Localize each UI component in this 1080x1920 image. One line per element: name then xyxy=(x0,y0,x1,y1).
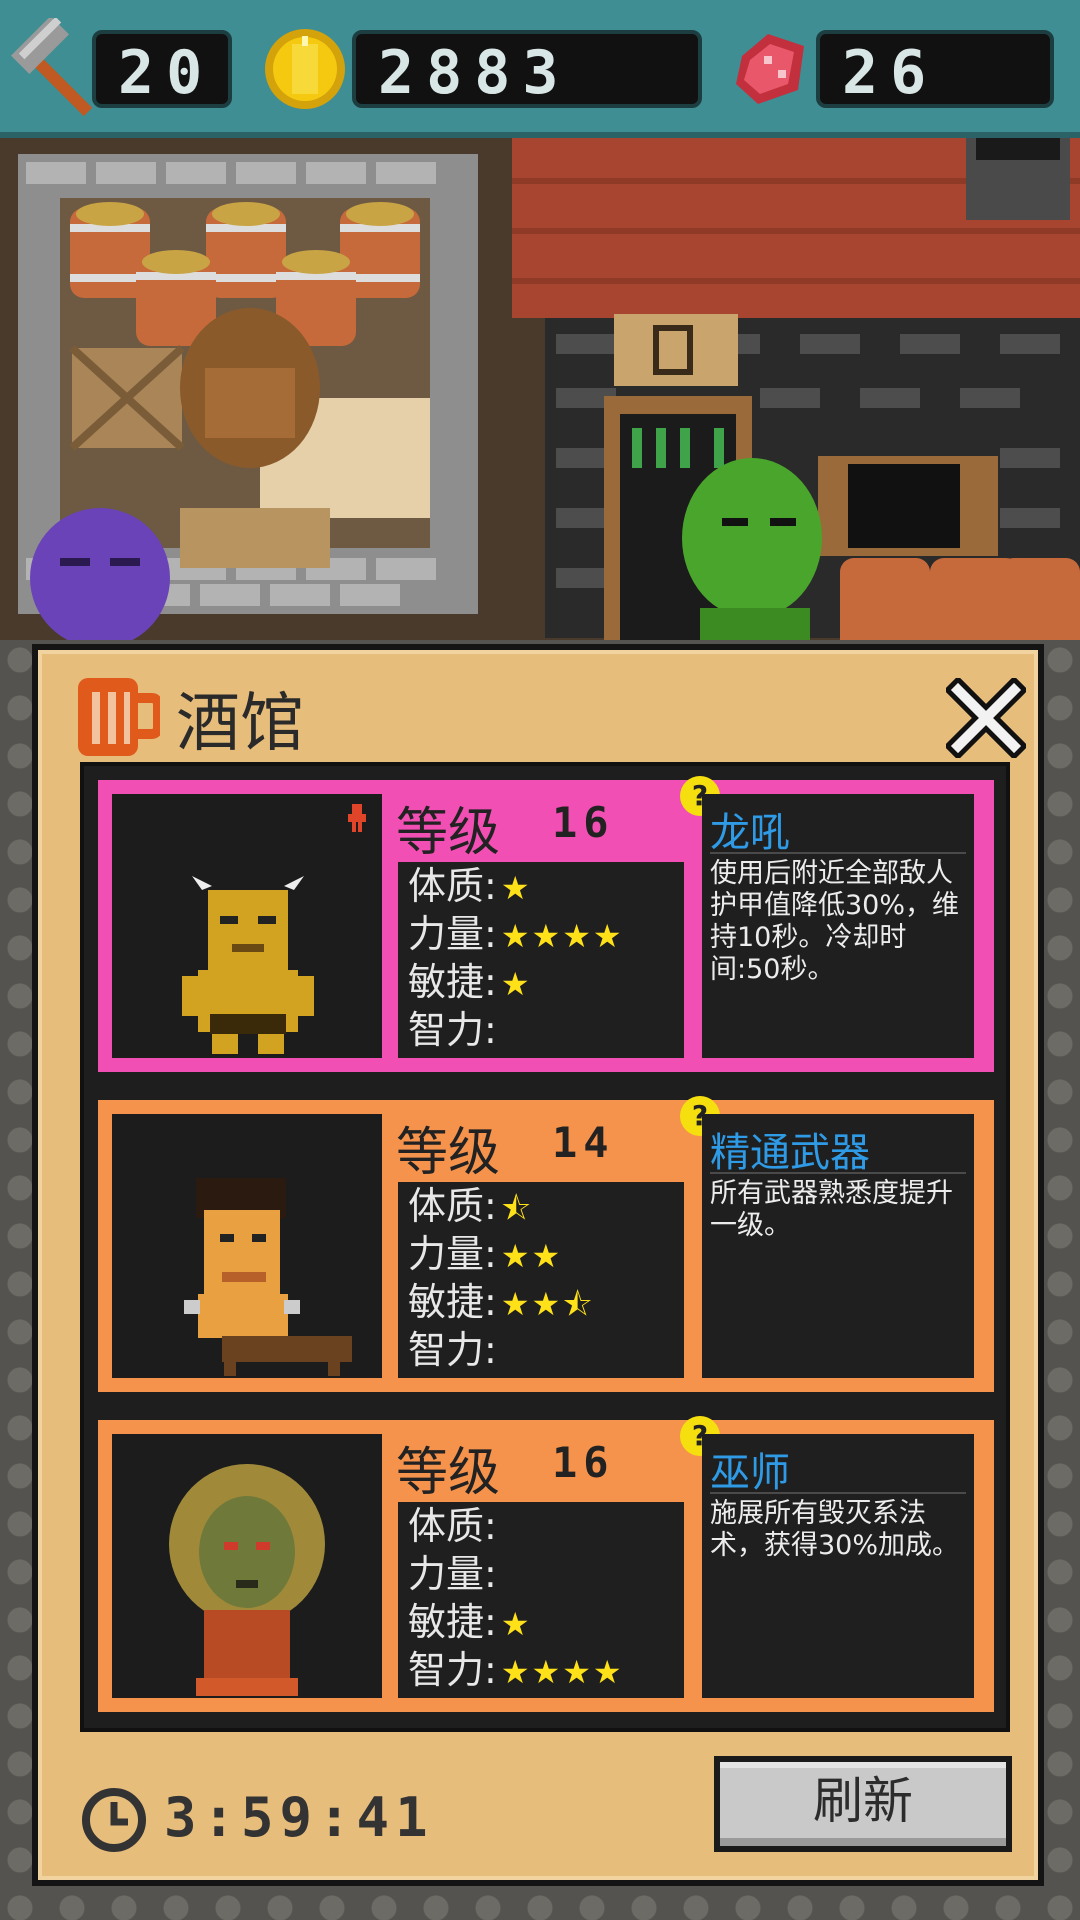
skill-box: 精通武器 所有武器熟悉度提升一级。 xyxy=(702,1114,974,1378)
divider xyxy=(710,852,966,854)
stat-label-strength: 力量: xyxy=(408,912,497,956)
hero-list: 等级 16 体质: ★ 力量: ★★★★ 敏捷: ★ 智力: ? 龙吼 使用后附近全部… xyxy=(80,762,1010,1732)
beer-mug-icon xyxy=(78,678,160,756)
hero-portrait xyxy=(112,794,382,1058)
constitution-stars: ★ xyxy=(500,869,532,907)
hero-portrait xyxy=(112,1434,382,1698)
refresh-button[interactable]: 刷新 xyxy=(714,1756,1012,1852)
stat-label-agility: 敏捷: xyxy=(408,1280,497,1324)
level-value: 16 xyxy=(552,1438,615,1487)
gold-count: 2883 xyxy=(352,30,702,108)
stats-box: 体质: ★ 力量: ★★★★ 敏捷: ★ 智力: xyxy=(398,862,684,1058)
stat-label-constitution: 体质: xyxy=(408,1184,497,1228)
level-value: 16 xyxy=(552,798,615,847)
clock-icon xyxy=(82,1788,146,1852)
hero-card-1[interactable]: 等级 16 体质: ★ 力量: ★★★★ 敏捷: ★ 智力: ? 龙吼 使用后附近全部… xyxy=(98,776,994,1072)
hero-portrait xyxy=(112,1114,382,1378)
tavern-panel: 酒馆 等级 16 体质: ★ 力量: ★★★★ 敏捷: ★ 智力: ? 龙吼 使… xyxy=(32,644,1044,1886)
gold-coin-icon xyxy=(265,29,345,109)
strength-stars: ★★ xyxy=(500,1237,563,1275)
strength-stars: ★★★★ xyxy=(500,917,624,955)
skill-description: 施展所有毁灭系法术，获得30%加成。 xyxy=(710,1498,960,1561)
hero-card-2[interactable]: 等级 14 体质: ⯪ 力量: ★★ 敏捷: ★★⯪ 智力: ? 精通武器 所有武器熟… xyxy=(98,1096,994,1392)
level-value: 14 xyxy=(552,1118,615,1167)
timer-value: 3:59:41 xyxy=(164,1786,434,1849)
agility-stars: ★ xyxy=(500,1605,532,1643)
skill-name: 巫师 xyxy=(710,1450,790,1496)
divider xyxy=(710,1172,966,1174)
intelligence-stars: ★★★★ xyxy=(500,1653,624,1691)
meat-count: 26 xyxy=(816,30,1054,108)
stat-label-strength: 力量: xyxy=(408,1552,497,1596)
stat-label-intelligence: 智力: xyxy=(408,1648,497,1692)
resource-bar: 20 2883 26 xyxy=(0,0,1080,138)
panel-title: 酒馆 xyxy=(176,687,304,761)
stat-label-strength: 力量: xyxy=(408,1232,497,1276)
stats-box: 体质: ⯪ 力量: ★★ 敏捷: ★★⯪ 智力: xyxy=(398,1182,684,1378)
skill-description: 所有武器熟悉度提升一级。 xyxy=(710,1178,953,1241)
constitution-stars: ⯪ xyxy=(500,1189,534,1227)
skill-name: 龙吼 xyxy=(710,810,790,856)
level-label: 等级 xyxy=(396,803,501,863)
skill-description: 使用后附近全部敌人护甲值降低30%，维持10秒。冷却时间:50秒。 xyxy=(710,858,960,985)
agility-stars: ★ xyxy=(500,965,532,1003)
meat-icon xyxy=(736,34,804,104)
divider xyxy=(710,1492,966,1494)
level-label: 等级 xyxy=(396,1123,501,1183)
skill-box: 龙吼 使用后附近全部敌人护甲值降低30%，维持10秒。冷却时间:50秒。 xyxy=(702,794,974,1058)
stat-label-intelligence: 智力: xyxy=(408,1008,497,1052)
agility-stars: ★★⯪ xyxy=(500,1285,595,1323)
hammers-count: 20 xyxy=(92,30,232,108)
tavern-scene-art xyxy=(18,138,1080,658)
strength-buff-icon xyxy=(348,804,366,832)
level-label: 等级 xyxy=(396,1443,501,1503)
skill-name: 精通武器 xyxy=(710,1130,870,1176)
stat-label-constitution: 体质: xyxy=(408,1504,497,1548)
tavern-scene xyxy=(0,138,1080,658)
close-icon[interactable] xyxy=(946,678,1026,758)
stat-label-agility: 敏捷: xyxy=(408,960,497,1004)
stat-label-constitution: 体质: xyxy=(408,864,497,908)
stat-label-agility: 敏捷: xyxy=(408,1600,497,1644)
stats-box: 体质: 力量: 敏捷: ★ 智力: ★★★★ xyxy=(398,1502,684,1698)
hero-card-3[interactable]: 等级 16 体质: 力量: 敏捷: ★ 智力: ★★★★ ? 巫师 施展所有毁灭系法… xyxy=(98,1416,994,1712)
stat-label-intelligence: 智力: xyxy=(408,1328,497,1372)
skill-box: 巫师 施展所有毁灭系法术，获得30%加成。 xyxy=(702,1434,974,1698)
